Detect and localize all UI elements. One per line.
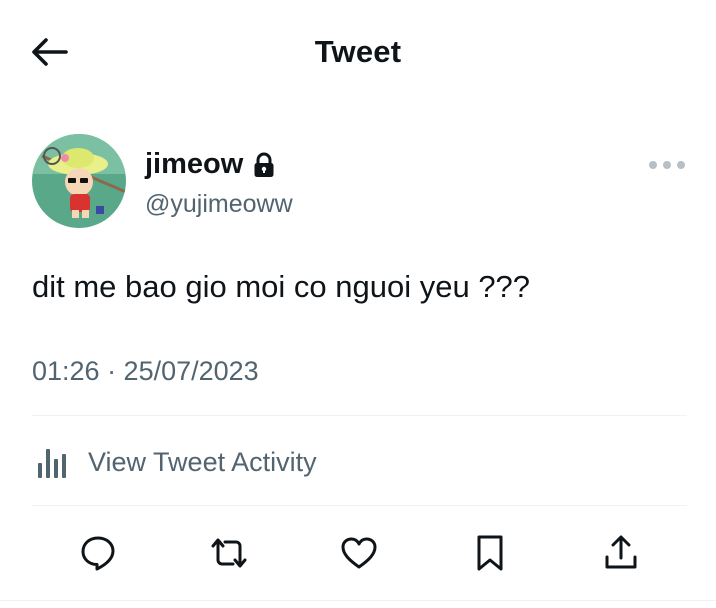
- heart-icon: [341, 537, 377, 569]
- bookmark-icon: [477, 535, 503, 571]
- bar-chart-icon: [38, 449, 66, 478]
- share-button[interactable]: [597, 525, 645, 581]
- more-horizontal-icon: [649, 161, 685, 169]
- retweet-icon: [211, 538, 247, 568]
- share-icon: [605, 535, 637, 569]
- user-handle[interactable]: @yujimeoww: [145, 190, 293, 219]
- retweet-button[interactable]: [205, 525, 253, 581]
- divider: [0, 600, 716, 601]
- reply-icon: [81, 536, 115, 571]
- tweet-text: dit me bao gio moi co nguoi yeu ???: [32, 269, 531, 304]
- like-button[interactable]: [335, 525, 383, 581]
- more-options-button[interactable]: [646, 150, 688, 180]
- divider: [32, 505, 687, 506]
- tweet-timestamp[interactable]: 01:26 · 25/07/2023: [32, 356, 259, 387]
- page-title: Tweet: [314, 34, 402, 69]
- display-name[interactable]: jimeow: [145, 148, 243, 181]
- bookmark-button[interactable]: [466, 525, 514, 581]
- reply-button[interactable]: [74, 525, 122, 581]
- top-bar: Tweet: [0, 0, 716, 104]
- lock-icon: [254, 152, 274, 177]
- name-row: jimeow: [145, 148, 275, 181]
- divider: [32, 415, 687, 416]
- avatar-image: [32, 134, 126, 228]
- activity-label: View Tweet Activity: [88, 446, 317, 477]
- tweet-author: jimeow @yujimeoww: [32, 134, 692, 230]
- avatar[interactable]: [32, 134, 126, 228]
- tweet-actions: [0, 525, 716, 581]
- view-tweet-activity-link[interactable]: View Tweet Activity: [32, 440, 317, 484]
